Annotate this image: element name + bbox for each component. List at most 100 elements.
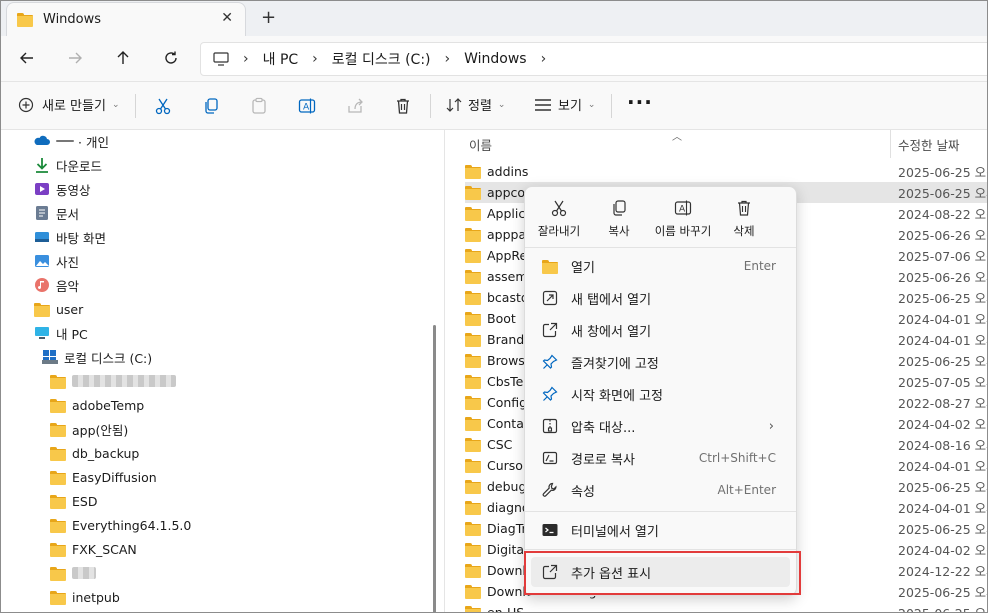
column-header-name[interactable]: 이름 [469, 130, 492, 158]
menu-item-pin-quick-access[interactable]: 즐겨찾기에 고정 [531, 347, 790, 377]
breadcrumb-windows[interactable]: Windows [464, 51, 527, 67]
refresh-button[interactable] [157, 45, 185, 71]
nav-item-this-pc[interactable]: 내 PC [34, 322, 88, 344]
nav-item-videos[interactable]: 동영상 [34, 178, 91, 200]
nav-label: 내 PC [56, 326, 88, 342]
menu-item-compress[interactable]: 압축 대상... › [531, 411, 790, 441]
nav-label: db_backup [72, 445, 140, 461]
file-date: 2025-06-25 오후 [898, 354, 988, 369]
forward-button[interactable] [61, 45, 89, 71]
menu-item-open-terminal[interactable]: 터미널에서 열기 [531, 515, 790, 545]
nav-item-downloads[interactable]: 다운로드 [34, 154, 102, 176]
file-row[interactable]: en-US 2025-06-25 오후 [465, 602, 988, 613]
arrow-left-icon [20, 52, 33, 64]
folder-icon [465, 291, 481, 305]
menu-item-copy-path[interactable]: 경로로 복사 Ctrl+Shift+C [531, 443, 790, 473]
nav-label: 음악 [56, 278, 80, 294]
delete-icon[interactable] [393, 96, 413, 116]
file-name: en-US [487, 605, 525, 613]
file-row[interactable]: addins 2025-06-25 오전 [465, 161, 988, 182]
new-tab-button[interactable]: + [261, 7, 276, 28]
nav-item-adobetemp[interactable]: adobeTemp [50, 394, 144, 416]
nav-label: 다운로드 [56, 158, 103, 174]
rename-icon[interactable]: A [297, 96, 317, 116]
nav-item-folder-redacted[interactable] [50, 370, 176, 392]
nav-item-onedrive[interactable]: · 개인 [34, 130, 109, 152]
nav-item-fxk-scan[interactable]: FXK_SCAN [50, 538, 137, 560]
nav-item-everything[interactable]: Everything64.1.5.0 [50, 514, 191, 536]
pin-start-icon [541, 385, 559, 403]
ctx-cut-button[interactable]: 잘라내기 [531, 197, 587, 239]
view-button[interactable]: 보기 ⌄ [534, 95, 595, 114]
nav-scrollbar[interactable] [433, 325, 436, 613]
nav-item-user[interactable]: user [34, 298, 83, 320]
context-menu: 잘라내기 복사 A 이름 바꾸기 삭제 열기 Enter 새 탭에서 열기 새 … [524, 186, 797, 596]
menu-item-label: 압축 대상... [571, 420, 636, 436]
address-row: › 내 PC › 로컬 디스크 (C:) › Windows › [0, 36, 988, 82]
nav-item-pictures[interactable]: 사진 [34, 250, 79, 272]
nav-item-documents[interactable]: 문서 [34, 202, 79, 224]
ctx-copy-button[interactable]: 복사 [591, 197, 647, 239]
menu-divider [525, 247, 796, 248]
column-header-date[interactable]: 수정한 날짜 [898, 130, 959, 158]
folder-icon [50, 590, 66, 605]
view-label: 보기 [558, 99, 582, 114]
chevron-down-icon: ⌄ [497, 99, 506, 110]
nav-item-desktop[interactable]: 바탕 화면 [34, 226, 106, 248]
column-divider[interactable] [890, 130, 891, 158]
nav-item-inetpub[interactable]: inetpub [50, 586, 120, 608]
file-date: 2025-06-25 오후 [898, 480, 988, 495]
copy-icon[interactable] [201, 96, 221, 116]
folder-icon [465, 606, 481, 613]
ctx-rename-button[interactable]: A 이름 바꾸기 [649, 197, 717, 239]
close-icon[interactable]: ✕ [221, 10, 233, 26]
tab-windows[interactable]: Windows ✕ [6, 2, 246, 36]
delete-icon [716, 197, 772, 219]
share-icon[interactable] [345, 96, 365, 116]
back-button[interactable] [13, 45, 41, 71]
folder-icon [465, 228, 481, 242]
menu-item-label: 경로로 복사 [571, 452, 635, 468]
tab-title: Windows [43, 12, 102, 27]
nav-item-esd[interactable]: ESD [50, 490, 97, 512]
chevron-right-icon: › [540, 51, 547, 67]
paste-icon[interactable] [249, 96, 269, 116]
nav-item-app[interactable]: app(안됨) [50, 418, 128, 440]
file-name: CSC [487, 437, 513, 452]
nav-item-local-disk[interactable]: 로컬 디스크 (C:) [42, 346, 152, 368]
nav-item-db-backup[interactable]: db_backup [50, 442, 139, 464]
chevron-right-icon: › [243, 51, 249, 67]
sort-button[interactable]: 정렬 ⌄ [446, 95, 505, 114]
menu-item-open-new-tab[interactable]: 새 탭에서 열기 [531, 283, 790, 313]
breadcrumb-drive[interactable]: 로컬 디스크 (C:) [332, 49, 431, 69]
menu-item-pin-start[interactable]: 시작 화면에 고정 [531, 379, 790, 409]
breadcrumb-pc[interactable]: 내 PC [263, 49, 299, 69]
menu-item-open-new-window[interactable]: 새 창에서 열기 [531, 315, 790, 345]
folder-icon [465, 522, 481, 536]
menu-item-open[interactable]: 열기 Enter [531, 251, 790, 281]
cut-icon[interactable] [153, 96, 173, 116]
nav-item-folder-redacted-2[interactable] [50, 562, 96, 584]
ctx-delete-button[interactable]: 삭제 [716, 197, 772, 239]
address-bar[interactable]: › 내 PC › 로컬 디스크 (C:) › Windows › [200, 42, 988, 76]
folder-icon [465, 165, 481, 179]
redacted-text [72, 567, 96, 579]
pc-icon [35, 327, 49, 339]
more-options-button[interactable]: ··· [627, 90, 653, 114]
menu-item-properties[interactable]: 속성 Alt+Enter [531, 475, 790, 505]
nav-label: FXK_SCAN [72, 541, 137, 557]
nav-item-music[interactable]: 음악 [34, 274, 79, 296]
file-date: 2024-04-01 오후 [898, 312, 988, 327]
file-date: 2025-06-26 오후 [898, 270, 988, 285]
new-button[interactable]: 새로 만들기 ⌄ [18, 95, 119, 114]
chevron-right-icon: › [312, 51, 318, 67]
new-tab-icon [541, 289, 559, 307]
plus-circle-icon [18, 97, 34, 112]
folder-icon [465, 312, 481, 326]
up-button[interactable] [109, 45, 137, 71]
file-name: addins [487, 164, 529, 179]
chevron-down-icon: ⌄ [587, 99, 596, 110]
zip-icon [541, 417, 559, 435]
nav-item-easydiffusion[interactable]: EasyDiffusion [50, 466, 157, 488]
file-date: 2024-04-02 오전 [898, 417, 988, 432]
